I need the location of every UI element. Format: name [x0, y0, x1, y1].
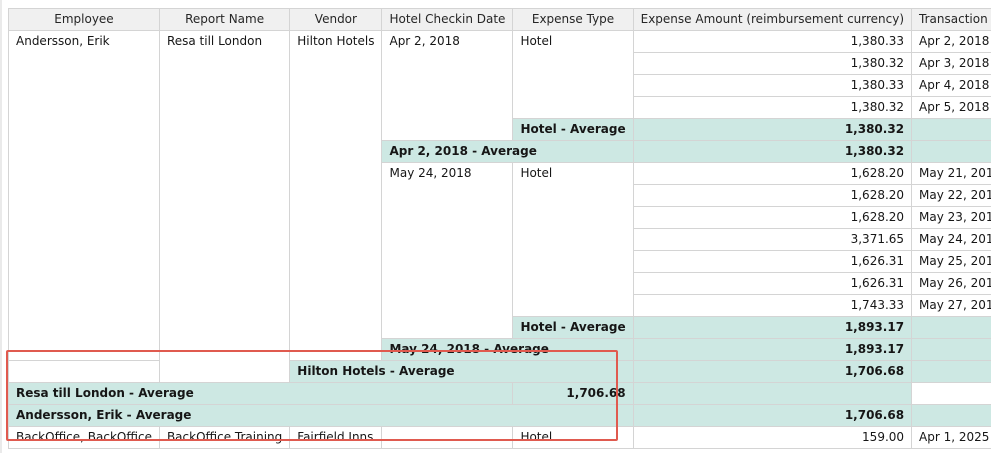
transaction-date-cell: May 22, 2018	[911, 184, 991, 207]
expense-type-average-value: 1,380.32	[632, 118, 913, 141]
column-header-employee[interactable]: Employee	[8, 8, 160, 31]
transaction-date-cell: May 24, 2018	[911, 228, 991, 251]
expense-type-cell: Hotel	[512, 30, 634, 119]
checkin-date-average-value: 1,380.32	[632, 140, 913, 163]
empty-cell	[8, 360, 160, 383]
subtotal-row: Resa till London - Average 1,706.68	[7, 382, 991, 405]
transaction-date-cell: Apr 1, 2025	[911, 426, 991, 449]
report-table: Employee Report Name Vendor Hotel Checki…	[7, 8, 991, 449]
subtotal-row: Andersson, Erik - Average 1,706.68	[8, 404, 991, 427]
employee-cell: BackOffice, BackOffice	[8, 426, 160, 449]
amount-cell: 1,380.33	[632, 30, 913, 53]
vendor-cell: Fairfield Inns	[289, 426, 383, 449]
amount-cell: 159.00	[632, 426, 913, 449]
employee-average-label: Andersson, Erik - Average	[8, 404, 634, 427]
amount-cell: 1,626.31	[632, 272, 913, 295]
checkin-date-average-label: May 24, 2018 - Average	[381, 338, 634, 361]
employee-cell: Andersson, Erik	[8, 30, 160, 361]
vendor-average-value: 1,706.68	[632, 360, 913, 383]
transaction-date-cell: Apr 3, 2018	[911, 52, 991, 75]
amount-cell: 1,628.20	[632, 206, 913, 229]
amount-cell: 1,628.20	[632, 162, 913, 185]
transaction-date-cell: May 26, 2018	[911, 272, 991, 295]
expense-type-cell: Hotel	[512, 162, 634, 317]
expense-type-average-value: 1,893.17	[632, 316, 913, 339]
transaction-date-cell: Apr 5, 2018	[911, 96, 991, 119]
report-name-cell: BackOffice Training	[158, 426, 291, 449]
column-header-report-name[interactable]: Report Name	[158, 8, 291, 31]
transaction-date-cell: Apr 4, 2018	[911, 74, 991, 97]
checkin-date-average-value: 1,893.17	[632, 338, 913, 361]
amount-cell: 3,371.65	[632, 228, 913, 251]
vendor-average-label: Hilton Hotels - Average	[289, 360, 634, 383]
amount-cell: 1,626.31	[632, 250, 913, 273]
amount-cell: 1,380.32	[632, 96, 913, 119]
expense-type-cell: Hotel	[512, 426, 634, 449]
header-row: Employee Report Name Vendor Hotel Checki…	[8, 8, 991, 31]
subtotal-row: Hilton Hotels - Average 1,706.68	[8, 360, 991, 383]
amount-cell: 1,628.20	[632, 184, 913, 207]
scrollbar-track[interactable]	[0, 0, 2, 453]
table-row: BackOffice, BackOffice BackOffice Traini…	[8, 426, 991, 449]
empty-cell	[911, 404, 991, 427]
employee-average-value: 1,706.68	[632, 404, 913, 427]
amount-cell: 1,743.33	[632, 294, 913, 317]
column-header-hotel-checkin-date[interactable]: Hotel Checkin Date	[381, 8, 514, 31]
report-average-value: 1,706.68	[512, 382, 634, 405]
empty-cell	[911, 316, 991, 339]
transaction-date-cell: Apr 2, 2018	[911, 30, 991, 53]
checkin-date-cell	[381, 426, 514, 449]
transaction-date-cell: May 27, 2018	[911, 294, 991, 317]
empty-cell	[911, 118, 991, 141]
empty-cell	[911, 360, 991, 383]
expense-type-average-label: Hotel - Average	[512, 316, 634, 339]
amount-cell: 1,380.33	[632, 74, 913, 97]
amount-cell: 1,380.32	[632, 52, 913, 75]
column-header-expense-amount[interactable]: Expense Amount (reimbursement currency)	[632, 8, 913, 31]
checkin-date-cell: Apr 2, 2018	[381, 30, 514, 141]
transaction-date-cell: May 25, 2018	[911, 250, 991, 273]
empty-cell	[632, 382, 913, 405]
column-header-vendor[interactable]: Vendor	[289, 8, 383, 31]
column-header-transaction-date[interactable]: Transaction Date	[911, 8, 991, 31]
transaction-date-cell: May 23, 2018	[911, 206, 991, 229]
checkin-date-average-label: Apr 2, 2018 - Average	[381, 140, 634, 163]
column-header-expense-type[interactable]: Expense Type	[512, 8, 634, 31]
report-average-label: Resa till London - Average	[7, 382, 514, 405]
empty-cell	[911, 140, 991, 163]
table-row: Andersson, Erik Resa till London Hilton …	[8, 30, 991, 383]
transaction-date-cell: May 21, 2018	[911, 162, 991, 185]
report-name-cell: Resa till London	[158, 30, 291, 383]
empty-cell	[911, 338, 991, 361]
checkin-date-cell: May 24, 2018	[381, 162, 514, 339]
expense-type-average-label: Hotel - Average	[512, 118, 634, 141]
vendor-cell: Hilton Hotels	[289, 30, 383, 361]
